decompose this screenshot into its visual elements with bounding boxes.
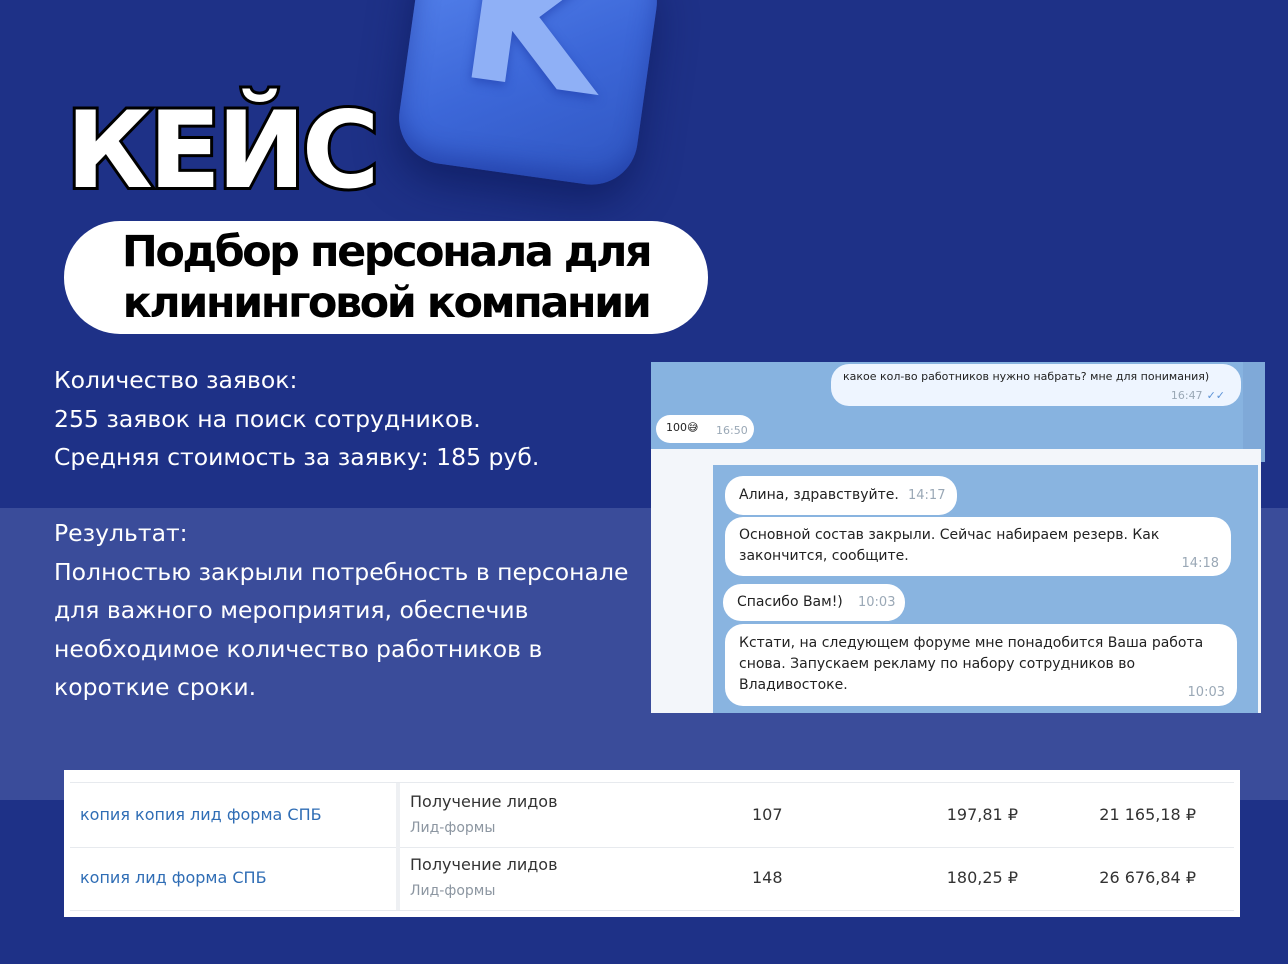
message-text: какое кол-во работников нужно набрать? м… [843, 370, 1210, 383]
stats-line: 255 заявок на поиск сотрудников. [54, 404, 481, 433]
subtitle-line-2: клининговой компании [122, 277, 652, 328]
message-time: 10:03 [858, 595, 896, 610]
chat-message: Алина, здравствуйте. 14:17 [725, 476, 957, 515]
campaign-goal: Получение лидов [410, 855, 558, 874]
chat-message: Кстати, на следующем форуме мне понадоби… [725, 624, 1237, 706]
campaign-goal: Получение лидов [410, 792, 558, 811]
result-text: Результат: Полностью закрыли потребность… [54, 514, 674, 707]
stats-text: Количество заявок: 255 заявок на поиск с… [54, 361, 674, 477]
leads-count: 148 [752, 868, 783, 887]
table-row: копия копия лид форма СПБ Получение лидо… [70, 782, 1234, 848]
leads-count: 107 [752, 805, 783, 824]
message-time: 14:18 [1181, 556, 1219, 571]
double-check-icon: ✓✓ [1206, 389, 1225, 402]
page-title: КЕЙС [63, 89, 383, 213]
table-row: копия лид форма СПБ Получение лидов Лид-… [70, 846, 1234, 911]
message-text: Основной состав закрыли. Сейчас набираем… [739, 527, 1160, 543]
result-line: необходимое количество работников в [54, 634, 543, 663]
campaign-name-link[interactable]: копия лид форма СПБ [80, 868, 267, 887]
vk-logo-icon: K [393, 0, 663, 191]
column-divider [396, 846, 400, 910]
chat-message: Основной состав закрыли. Сейчас набираем… [725, 517, 1231, 576]
cost-per-lead: 197,81 ₽ [946, 805, 1018, 824]
message-time: 10:03 [1187, 685, 1225, 700]
message-time: 14:17 [908, 488, 946, 503]
total-spend: 26 676,84 ₽ [1099, 868, 1196, 887]
result-line: Полностью закрыли потребность в персонал… [54, 557, 629, 586]
chat-message-outgoing: какое кол-во работников нужно набрать? м… [831, 364, 1241, 406]
result-line: для важного мероприятия, обеспечив [54, 596, 529, 624]
message-time: 16:47 ✓✓ [1170, 389, 1225, 402]
stats-line: Количество заявок: [54, 366, 298, 394]
chat-screenshot-top: какое кол-во работников нужно набрать? м… [651, 362, 1243, 450]
campaign-format: Лид-формы [410, 883, 496, 899]
total-spend: 21 165,18 ₽ [1099, 805, 1196, 824]
chat-top-strip [1243, 362, 1265, 462]
campaign-format: Лид-формы [410, 820, 496, 836]
subtitle-pill: Подбор персонала для клининговой компани… [64, 221, 708, 334]
column-divider [396, 783, 400, 847]
chat-message: Спасибо Вам!) 10:03 [723, 584, 905, 621]
message-time: 16:50 [716, 424, 748, 437]
cost-per-lead: 180,25 ₽ [946, 868, 1018, 887]
chat-screenshot-bottom: Алина, здравствуйте. 14:17 Основной сост… [651, 449, 1261, 713]
ad-stats-table: копия копия лид форма СПБ Получение лидо… [64, 770, 1240, 917]
subtitle-line-1: Подбор персонала для [121, 226, 653, 277]
result-line: короткие сроки. [54, 673, 257, 701]
chat-message-incoming: 100😅 16:50 [656, 415, 754, 443]
chat-panel: Алина, здравствуйте. 14:17 Основной сост… [713, 465, 1258, 713]
message-text: снова. Запускаем рекламу по набору сотру… [739, 656, 1136, 672]
vk-logo-glyph: K [449, 0, 603, 136]
result-heading: Результат: [54, 519, 188, 547]
message-text: закончится, сообщите. [739, 548, 909, 564]
stats-line: Средняя стоимость за заявку: 185 руб. [54, 443, 540, 471]
campaign-name-link[interactable]: копия копия лид форма СПБ [80, 805, 322, 824]
message-text: Владивостоке. [739, 677, 848, 693]
message-text: Кстати, на следующем форуме мне понадоби… [739, 635, 1204, 651]
